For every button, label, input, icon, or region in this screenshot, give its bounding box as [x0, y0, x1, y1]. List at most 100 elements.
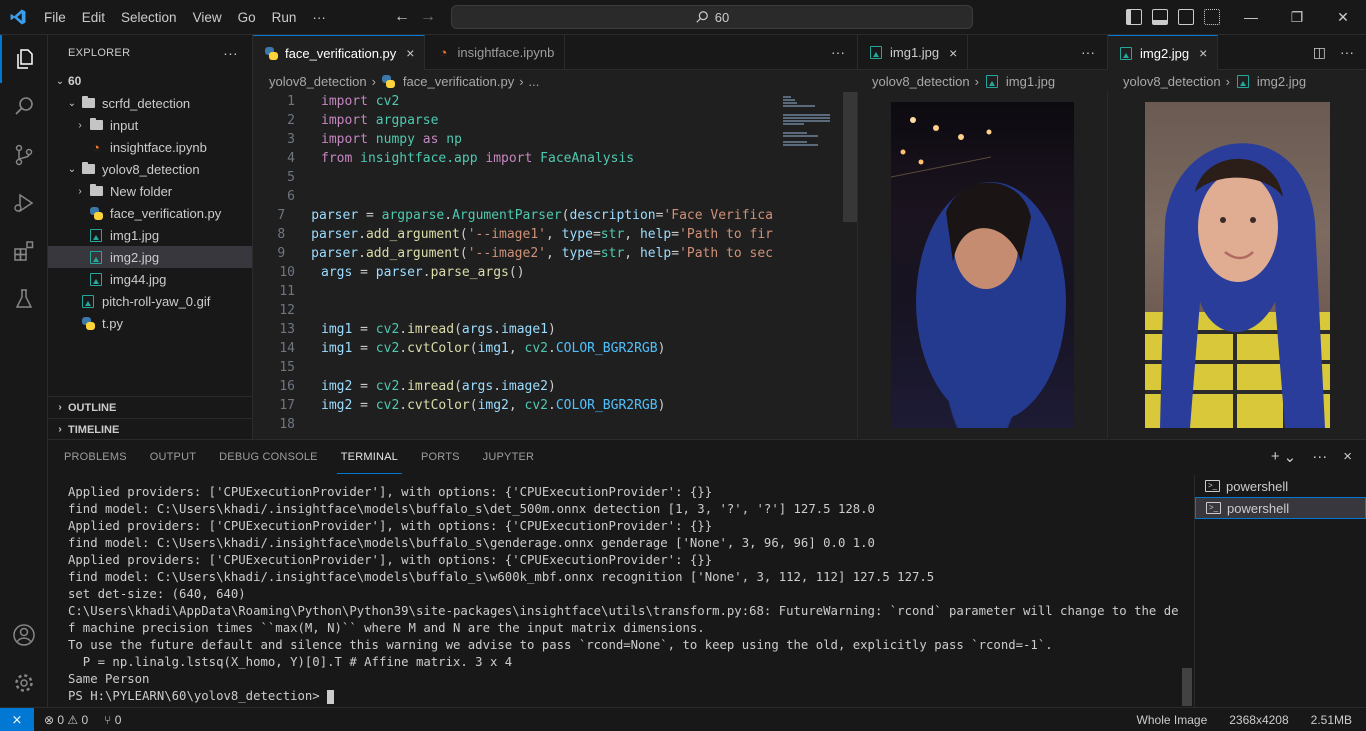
panel-more-button[interactable]: ···: [1312, 448, 1327, 466]
search-view-icon[interactable]: [0, 83, 48, 131]
editor-more-button[interactable]: ···: [831, 44, 845, 60]
tab-output[interactable]: OUTPUT: [146, 440, 200, 475]
customize-layout-icon[interactable]: [1204, 9, 1220, 25]
code-line[interactable]: 4 from insightface.app import FaceAnalysi…: [253, 149, 773, 168]
tree-item-selected[interactable]: img2.jpg: [48, 246, 252, 268]
accounts-icon[interactable]: [0, 611, 48, 659]
menu-selection[interactable]: Selection: [113, 0, 185, 35]
tab-debug-console[interactable]: DEBUG CONSOLE: [215, 440, 322, 475]
breadcrumb-folder[interactable]: yolov8_detection: [1123, 74, 1221, 89]
new-terminal-icon[interactable]: +: [1271, 448, 1280, 466]
image-size-status[interactable]: 2.51MB: [1311, 713, 1352, 727]
back-arrow-icon[interactable]: ←: [394, 8, 410, 26]
restore-icon[interactable]: ❐: [1274, 0, 1320, 35]
menu-view[interactable]: View: [185, 0, 230, 35]
terminal-instance[interactable]: >_ powershell: [1195, 475, 1366, 497]
breadcrumb-folder[interactable]: yolov8_detection: [872, 74, 970, 89]
tree-item[interactable]: ⌄ scrfd_detection: [48, 92, 252, 114]
tab-ports[interactable]: PORTS: [417, 440, 464, 475]
code-line[interactable]: 7 parser = argparse.ArgumentParser(descri…: [253, 206, 773, 225]
terminal-output[interactable]: Applied providers: ['CPUExecutionProvide…: [68, 484, 1178, 705]
ports-status[interactable]: ⑂ 0: [104, 713, 121, 727]
terminal-dropdown-icon[interactable]: ⌄: [1284, 448, 1297, 466]
close-panel-icon[interactable]: ×: [1343, 448, 1352, 466]
toggle-sidebar-icon[interactable]: [1126, 9, 1142, 25]
source-control-icon[interactable]: [0, 131, 48, 179]
code-line[interactable]: 3 import numpy as np: [253, 130, 773, 149]
minimize-icon[interactable]: —: [1228, 0, 1274, 35]
menu-go[interactable]: Go: [230, 0, 264, 35]
tree-item[interactable]: ⌄ yolov8_detection: [48, 158, 252, 180]
image2-more-button[interactable]: ···: [1340, 44, 1354, 60]
code-line[interactable]: 9 parser.add_argument('--image2', type=st…: [253, 244, 773, 263]
explorer-icon[interactable]: [0, 35, 48, 83]
close-window-icon[interactable]: ✕: [1320, 0, 1366, 35]
editor-scrollbar[interactable]: [843, 92, 857, 438]
image1-more-button[interactable]: ···: [1081, 44, 1095, 60]
menu-edit[interactable]: Edit: [74, 0, 113, 35]
code-line[interactable]: 12: [253, 301, 773, 320]
code-line[interactable]: 14 img1 = cv2.cvtColor(img1, cv2.COLOR_BG…: [253, 339, 773, 358]
terminal-scrollbar[interactable]: [1182, 668, 1192, 706]
close-tab-icon[interactable]: ×: [406, 45, 414, 61]
timeline-section[interactable]: › TIMELINE: [48, 418, 253, 440]
tab-problems[interactable]: PROBLEMS: [60, 440, 131, 475]
breadcrumb-symbol[interactable]: ...: [529, 74, 540, 89]
problems-status[interactable]: ⊗ 0 ⚠ 0: [44, 713, 88, 727]
code-line[interactable]: 5: [253, 168, 773, 187]
run-debug-icon[interactable]: [0, 179, 48, 227]
breadcrumb-file[interactable]: img2.jpg: [1257, 74, 1306, 89]
scrollbar-thumb[interactable]: [843, 92, 857, 222]
code-editor[interactable]: 1 import cv2 2 import argparse 3 import numpy…: [253, 92, 773, 438]
breadcrumb-file[interactable]: face_verification.py: [403, 74, 514, 89]
tree-item[interactable]: img1.jpg: [48, 224, 252, 246]
image-dimensions-status[interactable]: 2368x4208: [1229, 713, 1288, 727]
testing-flask-icon[interactable]: [0, 275, 48, 323]
breadcrumb-folder[interactable]: yolov8_detection: [269, 74, 367, 89]
command-center-search[interactable]: 60: [451, 5, 973, 29]
tab-face-verification[interactable]: face_verification.py ×: [253, 35, 426, 70]
image-zoom-status[interactable]: Whole Image: [1137, 713, 1208, 727]
tree-item[interactable]: › New folder: [48, 180, 252, 202]
explorer-more-button[interactable]: ···: [223, 45, 238, 61]
split-editor-icon[interactable]: ◫: [1313, 44, 1326, 61]
settings-gear-icon[interactable]: [0, 659, 48, 707]
code-line[interactable]: 8 parser.add_argument('--image1', type=st…: [253, 225, 773, 244]
code-line[interactable]: 1 import cv2: [253, 92, 773, 111]
menu-more[interactable]: ···: [304, 0, 334, 35]
code-line[interactable]: 11: [253, 282, 773, 301]
tab-terminal[interactable]: TERMINAL: [336, 440, 402, 474]
tree-item[interactable]: ◔ insightface.ipynb: [48, 136, 252, 158]
tree-item[interactable]: pitch-roll-yaw_0.gif: [48, 290, 252, 312]
tree-root-folder[interactable]: ⌄ 60: [48, 70, 252, 92]
code-line[interactable]: 17 img2 = cv2.cvtColor(img2, cv2.COLOR_BG…: [253, 396, 773, 415]
tree-item[interactable]: › input: [48, 114, 252, 136]
tab-img1[interactable]: img1.jpg ×: [858, 35, 969, 70]
close-tab-icon[interactable]: ×: [949, 45, 957, 61]
terminal-instance-active[interactable]: >_ powershell: [1195, 497, 1366, 519]
forward-arrow-icon[interactable]: →: [420, 8, 436, 26]
remote-indicator-icon[interactable]: ⨯: [0, 708, 34, 731]
code-line[interactable]: 13 img1 = cv2.imread(args.image1): [253, 320, 773, 339]
code-line[interactable]: 2 import argparse: [253, 111, 773, 130]
close-tab-icon[interactable]: ×: [1199, 45, 1207, 61]
extensions-icon[interactable]: [0, 227, 48, 275]
minimap[interactable]: [775, 92, 842, 438]
menu-file[interactable]: File: [36, 0, 74, 35]
tree-item[interactable]: img44.jpg: [48, 268, 252, 290]
tree-item[interactable]: t.py: [48, 312, 252, 334]
menu-run[interactable]: Run: [264, 0, 305, 35]
tab-insightface-notebook[interactable]: ◔ insightface.ipynb: [425, 35, 566, 70]
toggle-panel-icon[interactable]: [1152, 9, 1168, 25]
toggle-secondary-sidebar-icon[interactable]: [1178, 9, 1194, 25]
code-line[interactable]: 6: [253, 187, 773, 206]
code-line[interactable]: 16 img2 = cv2.imread(args.image2): [253, 377, 773, 396]
tab-jupyter[interactable]: JUPYTER: [479, 440, 539, 475]
code-line[interactable]: 10 args = parser.parse_args(): [253, 263, 773, 282]
tab-img2[interactable]: img2.jpg ×: [1108, 35, 1219, 70]
code-line[interactable]: 18: [253, 415, 773, 434]
breadcrumb-file[interactable]: img1.jpg: [1006, 74, 1055, 89]
outline-section[interactable]: › OUTLINE: [48, 396, 253, 418]
code-line[interactable]: 15: [253, 358, 773, 377]
tree-item[interactable]: face_verification.py: [48, 202, 252, 224]
